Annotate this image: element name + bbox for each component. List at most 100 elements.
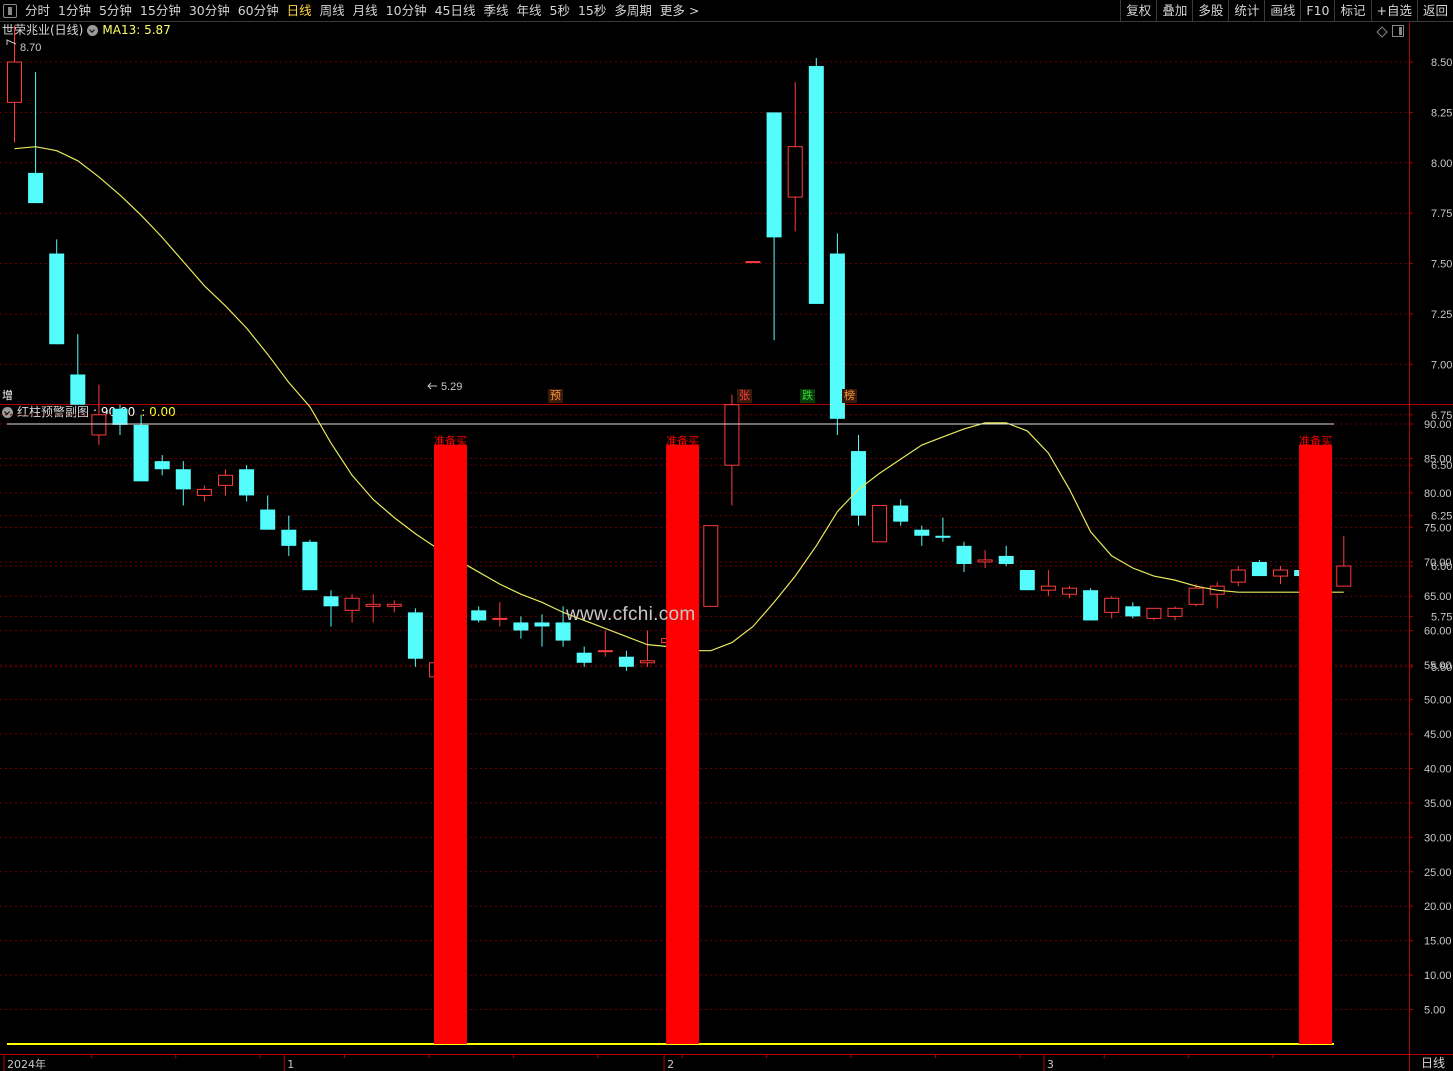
period-tab-9[interactable]: 10分钟 [382,0,431,22]
toolbar-button-6[interactable]: 标记 [1334,0,1370,22]
main-y-tick-label: 6.25 [1431,511,1452,523]
sub-y-tick-label: 35.00 [1424,798,1452,810]
signal-bar [1299,444,1333,1045]
candle-up [597,650,613,653]
toolbar-button-8[interactable]: 返回 [1416,0,1453,22]
toolbar-button-0[interactable]: 复权 [1120,0,1156,22]
period-tab-2[interactable]: 5分钟 [95,0,136,22]
signal-marker-0: 增 [2,389,13,402]
toolbar-button-5[interactable]: F10 [1300,0,1334,22]
signal-marker-2: 张 [737,389,752,403]
period-tab-1[interactable]: 1分钟 [54,0,95,22]
candle-down [323,596,339,607]
sub-y-tick-label: 5.00 [1424,1005,1445,1017]
signal-bar-label: 准备买 [434,434,467,448]
candle-down [935,535,951,538]
sub-y-tick-label: 40.00 [1424,763,1452,775]
x-axis-label: 2 [667,1058,674,1071]
period-tab-15[interactable]: 多周期 [610,0,656,22]
period-tab-5[interactable]: 60分钟 [234,0,283,22]
candle-down [808,66,824,304]
sub-y-tick-label: 75.00 [1424,522,1452,534]
main-y-tick-label: 7.00 [1431,359,1452,371]
signal-marker-4: 榜 [842,389,857,403]
sub-y-tick-label: 15.00 [1424,936,1452,948]
x-axis-label: 3 [1047,1058,1054,1071]
toolbar-button-1[interactable]: 叠加 [1156,0,1192,22]
toolbar-button-4[interactable]: 画线 [1264,0,1300,22]
low-arrow-icon [427,382,437,390]
candle-up [787,146,803,198]
period-tab-8[interactable]: 月线 [349,0,382,22]
right-toolbar: 复权 叠加 多股 统计 画线 F10 标记 +自选 返回 [1120,0,1453,22]
candle-up [640,660,655,664]
top-toolbar: 分时 1分钟 5分钟 15分钟 30分钟 60分钟 日线 周线 月线 10分钟 45日线 季线 年线 5秒… [0,0,1453,22]
x-axis-label: 2024年 [7,1057,46,1071]
toolbar-button-2[interactable]: 多股 [1192,0,1228,22]
candle-down [576,652,592,663]
sub-y-tick-label: 80.00 [1424,488,1452,500]
candle-up [344,597,360,611]
period-tab-0[interactable]: 分时 [21,0,54,22]
period-tab-14[interactable]: 15秒 [574,0,610,22]
candle-down [112,408,128,425]
period-tab-16[interactable]: 更多 > [656,0,703,22]
sub-y-tick-label: 85.00 [1424,453,1452,465]
candle-down [239,469,255,496]
panel-toggle-icon[interactable] [3,3,17,18]
candle-up [1062,587,1077,595]
candle-down [534,622,550,627]
watermark: www.cfchi.com [566,604,696,625]
main-y-tick-label: 7.75 [1431,208,1452,220]
period-tab-10[interactable]: 45日线 [431,0,480,22]
period-tab-12[interactable]: 年线 [513,0,546,22]
candle-up [218,474,233,486]
candle-up [365,603,381,607]
period-tab-3[interactable]: 15分钟 [136,0,185,22]
period-tab-13[interactable]: 5秒 [546,0,574,22]
candle-down [956,545,972,564]
signal-bar-label: 准备买 [1299,434,1332,448]
period-tab-11[interactable]: 季线 [480,0,513,22]
candle-up [7,61,22,103]
candle-down [914,529,930,536]
candle-down [998,555,1014,564]
toolbar-button-3[interactable]: 统计 [1228,0,1264,22]
candle-down [1083,590,1099,621]
candle-up [1104,597,1120,613]
period-tab-7[interactable]: 周线 [316,0,349,22]
sub-y-tick-label: 50.00 [1424,695,1452,707]
sub-y-tick-label: 10.00 [1424,970,1452,982]
candle-up [1040,585,1056,591]
period-tab-4[interactable]: 30分钟 [185,0,234,22]
main-y-tick-label: 8.00 [1431,158,1452,170]
sub-y-tick-label: 25.00 [1424,867,1452,879]
candle-up [977,559,993,563]
candle-down [154,461,170,470]
candle-down [49,253,65,345]
candle-down [302,541,318,591]
sub-y-tick-label: 20.00 [1424,901,1452,913]
period-tabs: 分时 1分钟 5分钟 15分钟 30分钟 60分钟 日线 周线 月线 10分钟 45日线 季线 年线 5秒… [21,0,703,22]
candle-up [1188,587,1204,605]
candle-up [386,603,402,607]
candle-down [133,424,149,482]
sub-y-tick-label: 90.00 [1424,419,1452,431]
main-y-tick-label: 5.75 [1431,611,1452,623]
signal-marker-1: 预 [548,389,563,403]
candle-down [851,451,866,516]
signal-bar [666,444,700,1045]
candle-up [1167,607,1183,617]
period-label[interactable]: 日线 [1415,1055,1451,1071]
x-axis-label: 1 [287,1058,294,1071]
period-tab-6[interactable]: 日线 [283,0,316,22]
candle-down [893,505,909,522]
main-y-tick-label: 8.25 [1431,107,1452,119]
candle-up [703,525,719,607]
chart-canvas[interactable]: 8.508.258.007.757.507.257.006.756.506.25… [0,22,1453,1071]
candle-up [872,505,888,543]
signal-bar-label: 准备买 [666,434,699,448]
toolbar-button-7[interactable]: +自选 [1370,0,1417,22]
candle-down [618,656,634,667]
candle-down [513,622,529,631]
